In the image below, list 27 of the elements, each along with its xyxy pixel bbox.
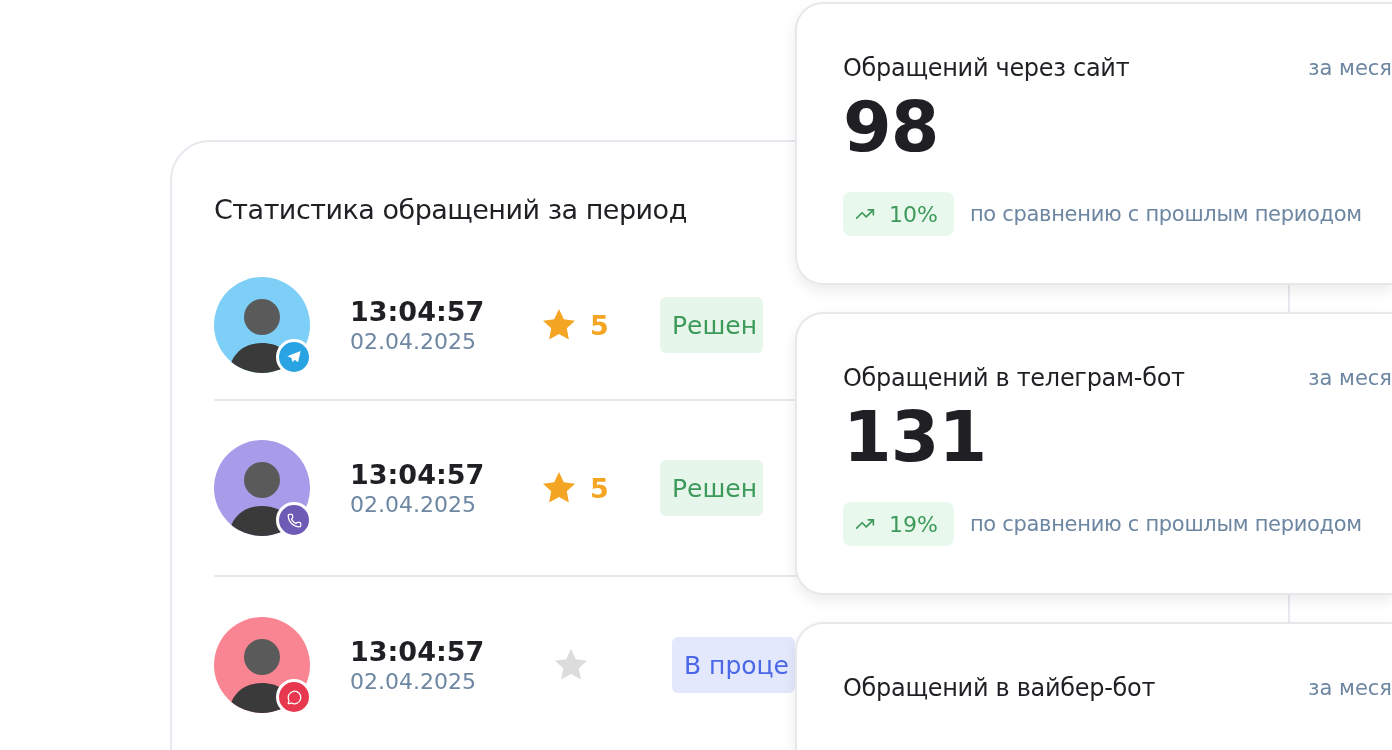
date: 02.04.2025 [350,492,477,517]
period-link[interactable]: за меся [1308,56,1392,80]
card-title: Обращений в телеграм-бот [843,364,1185,392]
status-badge: В проце [672,637,795,693]
comparison-text: по сравнению с прошлым периодом [969,202,1362,226]
phone-icon [286,512,302,528]
rating-value: 5 [590,472,609,504]
metric-value: 98 [843,92,940,162]
status-badge: Решен [660,297,764,353]
time: 13:04:57 [350,636,486,667]
card-title: Обращений через сайт [843,54,1130,82]
change-badge: 19% [843,502,954,546]
paper-plane-icon [286,349,302,365]
date: 02.04.2025 [350,669,477,694]
panel-title: Статистика обращений за период [214,194,687,225]
rating-value: 5 [590,309,609,341]
comparison-text: по сравнению с прошлым периодом [969,512,1362,536]
period-link[interactable]: за меся [1308,366,1392,390]
time: 13:04:57 [350,296,486,327]
time: 13:04:57 [350,459,486,490]
period-link[interactable]: за меся [1308,676,1392,700]
date: 02.04.2025 [350,329,477,354]
change-badge: 10% [843,192,954,236]
metric-value: 131 [843,402,988,472]
status-badge: Решен [660,460,764,516]
card-title: Обращений в вайбер-бот [843,674,1156,702]
chat-icon [286,689,302,705]
